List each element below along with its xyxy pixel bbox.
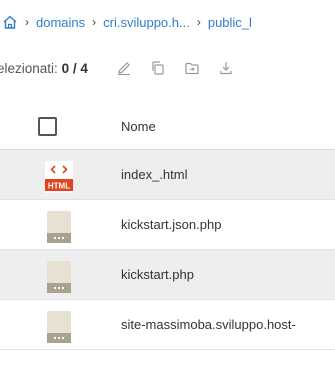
selection-toolbar: elezionati: 0 / 4 [0,50,335,86]
file-row[interactable]: kickstart.json.php [0,200,335,250]
file-list-header: Nome [0,104,335,150]
file-name[interactable]: index_.html [121,167,187,182]
file-list: Nome HTML index_.html kickstart.json.php [0,104,335,350]
edit-icon[interactable] [116,60,132,76]
file-name[interactable]: kickstart.json.php [121,217,221,232]
file-name[interactable]: kickstart.php [121,267,194,282]
file-name[interactable]: site-massimoba.sviluppo.host- [121,317,296,332]
breadcrumb-item-domains[interactable]: domains [36,15,85,30]
generic-file-icon [44,210,74,244]
file-row[interactable]: kickstart.php [0,250,335,300]
selection-label: elezionati: [0,60,58,76]
move-to-folder-icon[interactable] [184,60,200,76]
breadcrumb-item-site[interactable]: cri.sviluppo.h... [103,15,190,30]
breadcrumb-item-public[interactable]: public_l [208,15,252,30]
selection-count: 0 / 4 [61,60,88,76]
column-header-name[interactable]: Nome [121,119,156,134]
generic-file-icon [44,310,74,344]
html-file-icon: HTML [44,160,74,194]
selection-counter: elezionati: 0 / 4 [0,61,88,76]
copy-icon[interactable] [150,60,166,76]
breadcrumb-separator: › [196,15,201,29]
generic-file-icon [44,260,74,294]
download-icon[interactable] [218,60,234,76]
breadcrumb-separator: › [92,15,97,29]
breadcrumb-separator: › [25,15,29,29]
html-file-icon-label: HTML [48,182,70,191]
home-icon[interactable] [2,14,18,30]
file-row[interactable]: HTML index_.html [0,150,335,200]
select-all-checkbox[interactable] [38,117,57,136]
file-row[interactable]: site-massimoba.sviluppo.host- [0,300,335,350]
breadcrumb: › domains › cri.sviluppo.h... › public_l [0,0,335,44]
